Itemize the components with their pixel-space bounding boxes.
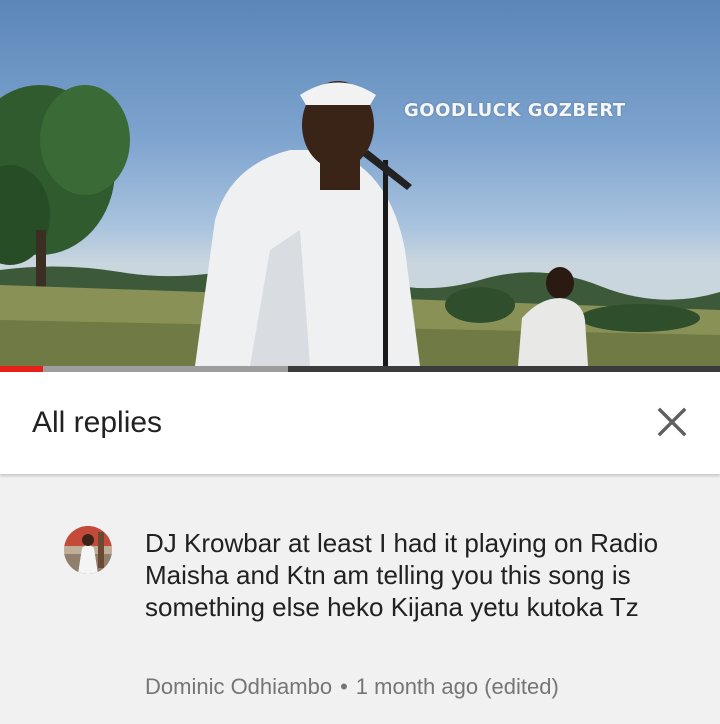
replies-header: All replies <box>0 372 720 474</box>
comment-author[interactable]: Dominic Odhiambo <box>145 674 332 699</box>
replies-title: All replies <box>32 406 163 439</box>
comment-text: DJ Krowbar at least I had it playing on … <box>145 528 659 622</box>
meta-separator: • <box>340 674 348 699</box>
comment-time: 1 month ago (edited) <box>355 674 559 699</box>
comment-meta: Dominic Odhiambo • 1 month ago (edited) <box>145 674 559 700</box>
avatar[interactable] <box>64 526 112 574</box>
video-frame <box>0 81 720 366</box>
reply-comment: DJ Krowbar at least I had it playing on … <box>0 476 720 724</box>
video-overlay-title: GOODLUCK GOZBERT <box>404 100 626 121</box>
close-icon[interactable] <box>650 400 694 444</box>
video-player[interactable]: GOODLUCK GOZBERT <box>0 0 720 366</box>
